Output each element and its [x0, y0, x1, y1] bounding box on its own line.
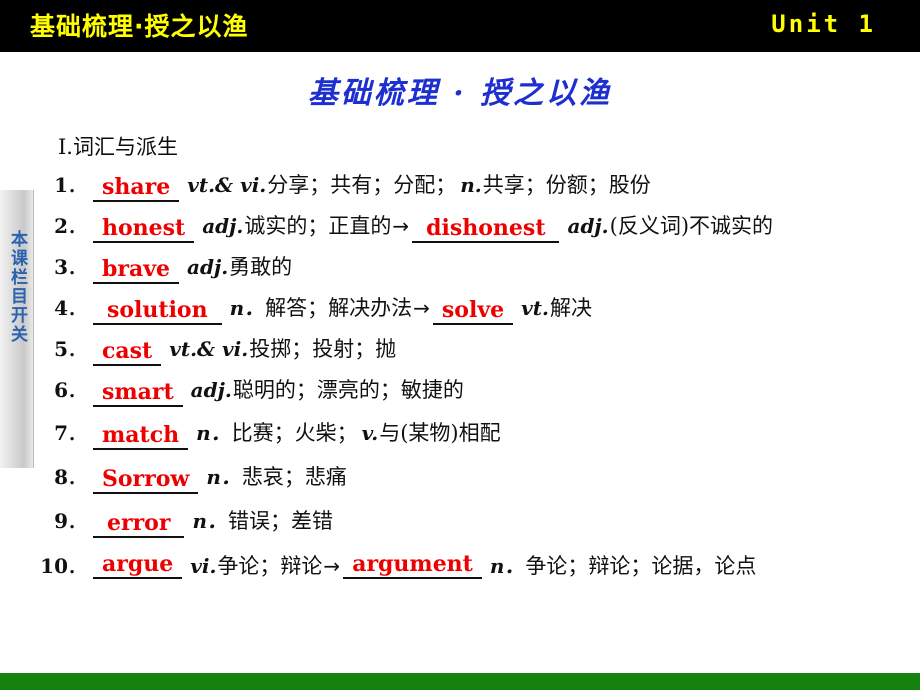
answer-blank[interactable]: Sorrow: [93, 466, 199, 494]
item-number-dot: ．: [68, 177, 85, 197]
side-tab-label: 本课栏目开关: [7, 230, 27, 344]
item-number: 8: [54, 465, 68, 489]
part-of-speech: n．: [229, 296, 265, 320]
item-number: 9: [54, 509, 68, 533]
answer-blank[interactable]: smart: [93, 379, 183, 407]
side-tab-panel[interactable]: 本课栏目开关: [0, 190, 34, 468]
item-number-dot: ．: [68, 513, 85, 533]
item-number-dot: ．: [68, 300, 85, 320]
header-title: 基础梳理·授之以渔: [30, 12, 249, 41]
top-header-bar: 基础梳理·授之以渔 Unit 1: [0, 0, 920, 52]
part-of-speech-secondary: n．: [489, 554, 525, 578]
header-unit-label: Unit 1: [771, 10, 876, 38]
definition-text-secondary: 解决: [549, 296, 592, 320]
part-of-speech: vt.& vi.: [187, 173, 267, 197]
vocabulary-list: 1． share vt.& vi.分享；共有；分配； n.共享；份额；股份 2． hon…: [40, 165, 915, 590]
vocab-item: 2． honest adj.诚实的；正直的→ dishonest adj.(反义词)不诚…: [40, 206, 915, 247]
derivation-arrow-icon: →: [323, 554, 341, 578]
item-number: 3: [54, 255, 68, 279]
part-of-speech: vt.& vi.: [169, 337, 249, 361]
item-number: 10: [40, 554, 68, 578]
answer-blank[interactable]: error: [93, 510, 185, 538]
definition-text: 解答；解决办法: [265, 296, 413, 320]
vocab-item: 5． cast vt.& vi.投掷；投射；抛: [40, 329, 915, 370]
item-number-dot: ．: [68, 259, 85, 279]
answer-blank[interactable]: cast: [93, 338, 162, 366]
answer-blank[interactable]: brave: [93, 256, 180, 284]
definition-text: 勇敢的: [229, 255, 293, 279]
definition-text: 比赛；火柴；: [231, 421, 358, 445]
vocab-item: 8． Sorrow n．悲哀；悲痛: [40, 455, 915, 499]
part-of-speech: adj.: [190, 378, 232, 402]
answer-blank[interactable]: match: [93, 422, 189, 450]
derivation-arrow-icon: →: [392, 214, 410, 238]
definition-text-secondary: 争论；辩论；论据，论点: [525, 554, 757, 578]
bottom-green-bar: [0, 673, 920, 690]
definition-text-secondary: 共享；份额；股份: [482, 173, 651, 197]
definition-text-secondary: 与(某物)相配: [379, 421, 501, 445]
definition-text: 投掷；投射；抛: [249, 337, 397, 361]
item-number: 1: [54, 173, 68, 197]
part-of-speech-secondary: adj.: [567, 214, 609, 238]
item-number-dot: ．: [68, 341, 85, 361]
item-number: 7: [54, 421, 68, 445]
item-number-dot: ．: [68, 382, 85, 402]
answer-blank[interactable]: honest: [93, 215, 195, 243]
vocab-item: 7． match n．比赛；火柴； v.与(某物)相配: [40, 411, 915, 455]
answer-blank[interactable]: solution: [93, 297, 222, 325]
part-of-speech: adj.: [202, 214, 244, 238]
definition-text: 分享；共有；分配；: [267, 173, 457, 197]
answer-blank[interactable]: argue: [93, 551, 183, 579]
definition-text: 诚实的；正直的: [244, 214, 392, 238]
part-of-speech-secondary: n.: [460, 173, 482, 197]
answer-blank-derived[interactable]: argument: [343, 551, 482, 579]
definition-text: 错误；差错: [228, 509, 333, 533]
section-heading: Ⅰ.词汇与派生: [58, 135, 178, 159]
vocab-item: 3． brave adj.勇敢的: [40, 247, 915, 288]
answer-blank-derived[interactable]: solve: [432, 297, 514, 325]
part-of-speech: n．: [192, 509, 227, 533]
vocab-item: 1． share vt.& vi.分享；共有；分配； n.共享；份额；股份: [40, 165, 915, 206]
item-number: 5: [54, 337, 68, 361]
item-number: 4: [54, 296, 68, 320]
vocab-item: 4． solution n．解答；解决办法→ solve vt.解决: [40, 288, 915, 329]
part-of-speech-secondary: v.: [361, 421, 379, 445]
definition-text: 争论；辩论: [217, 554, 323, 578]
slide-title: 基础梳理 · 授之以渔: [307, 76, 613, 111]
vocab-item: 10． argue vi.争论；辩论→ argument n．争论；辩论；论据，论点: [40, 543, 915, 590]
part-of-speech: n．: [206, 465, 241, 489]
item-number-dot: ．: [68, 469, 85, 489]
part-of-speech: vi.: [190, 554, 217, 578]
item-number-dot: ．: [68, 558, 85, 578]
answer-blank[interactable]: share: [93, 174, 180, 202]
definition-text-secondary: (反义词)不诚实的: [609, 214, 774, 238]
definition-text: 聪明的；漂亮的；敏捷的: [232, 378, 464, 402]
part-of-speech-secondary: vt.: [521, 296, 549, 320]
definition-text: 悲哀；悲痛: [241, 465, 347, 489]
derivation-arrow-icon: →: [413, 296, 430, 320]
vocab-item: 9． error n．错误；差错: [40, 499, 915, 543]
answer-blank-derived[interactable]: dishonest: [412, 215, 560, 243]
part-of-speech: n．: [196, 421, 231, 445]
part-of-speech: adj.: [187, 255, 229, 279]
item-number-dot: ．: [68, 425, 85, 445]
item-number: 2: [54, 214, 68, 238]
item-number-dot: ．: [68, 218, 85, 238]
item-number: 6: [54, 378, 68, 402]
vocab-item: 6． smart adj.聪明的；漂亮的；敏捷的: [40, 370, 915, 411]
